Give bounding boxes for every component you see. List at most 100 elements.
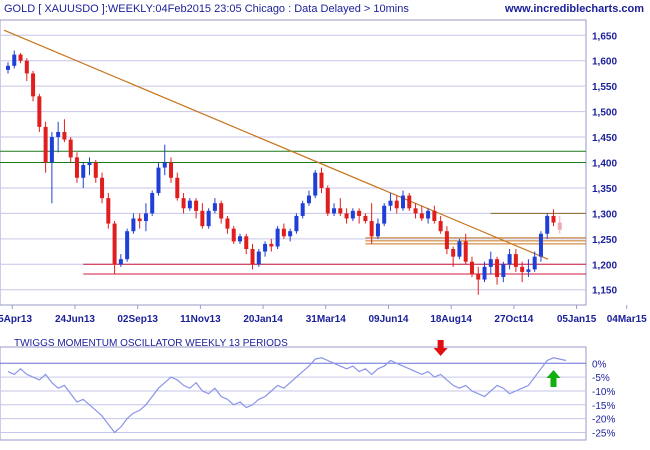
candle-body	[169, 162, 174, 178]
candle-body	[256, 251, 261, 265]
candle-body	[31, 73, 36, 97]
candle-body	[545, 215, 550, 234]
candle-body	[413, 208, 418, 214]
oscillator-panel: TWIGGS MOMENTUM OSCILLATOR WEEKLY 13 PER…	[0, 338, 615, 441]
x-tick-label: 20Jan14	[243, 314, 283, 325]
oscillator-tick-label: -20%	[592, 415, 615, 426]
gold-weekly-chart: GOLD [ XAUUSDO ]:WEEKLY:04Feb2015 23:05 …	[0, 3, 647, 441]
candle-body	[100, 177, 105, 199]
candle-body	[369, 221, 374, 237]
x-tick-label: 31Mar14	[306, 314, 346, 325]
price-tick-label: 1,500	[592, 108, 617, 119]
candle-body	[137, 218, 142, 222]
candle-body	[194, 200, 199, 211]
candle-body	[538, 233, 543, 257]
candle-body	[6, 65, 10, 70]
candle-body	[131, 218, 136, 232]
price-tick-label: 1,600	[592, 57, 617, 68]
candle-body	[532, 256, 537, 270]
candle-body	[162, 162, 167, 168]
candle-body	[244, 236, 249, 250]
candle-body	[93, 162, 98, 178]
x-tick-label: 15Apr13	[0, 314, 32, 325]
x-tick-label: 24Jun13	[55, 314, 95, 325]
price-tick-label: 1,450	[592, 133, 617, 144]
candle-body	[56, 131, 61, 138]
candle-body	[206, 210, 211, 227]
candle-body	[12, 54, 17, 66]
candle-body	[306, 195, 311, 204]
oscillator-tick-label: -5%	[592, 373, 610, 384]
candle-body	[526, 269, 531, 272]
oscillator-tick-label: 0%	[592, 359, 607, 370]
chart-title: GOLD [ XAUUSDO ]:WEEKLY:04Feb2015 23:05 …	[4, 3, 409, 15]
candle-body	[68, 139, 73, 158]
candle-body	[87, 162, 92, 166]
x-tick-label: 04Mar15	[607, 314, 647, 325]
candle-body	[237, 236, 242, 242]
x-tick-label: 27Oct14	[494, 314, 533, 325]
candle-body	[501, 264, 506, 278]
brand-label[interactable]: www.incrediblecharts.com	[504, 3, 644, 15]
price-tick-label: 1,400	[592, 159, 617, 170]
candle-body	[419, 213, 424, 219]
candle-body	[263, 243, 268, 252]
price-tick-label: 1,200	[592, 260, 617, 271]
candle-body	[294, 215, 299, 232]
candle-body	[250, 249, 255, 265]
price-tick-label: 1,350	[592, 184, 617, 195]
candle-body	[37, 96, 42, 127]
oscillator-plot-area	[0, 346, 587, 441]
candle-body	[269, 243, 274, 247]
candle-body	[62, 131, 67, 140]
candle-body	[24, 60, 29, 74]
candle-body	[438, 221, 443, 232]
price-tick-label: 1,150	[592, 286, 617, 297]
candle-body	[551, 215, 556, 223]
candle-body	[225, 218, 230, 229]
candle-body	[118, 259, 123, 265]
oscillator-line	[7, 357, 567, 434]
candle-body	[476, 274, 481, 280]
candle-body	[350, 210, 355, 219]
candle-body	[219, 203, 224, 219]
candle-body	[332, 208, 337, 214]
candle-body	[363, 215, 368, 222]
candle-body	[112, 223, 117, 265]
oscillator-tick-label: -10%	[592, 387, 615, 398]
price-tick-label: 1,300	[592, 209, 617, 220]
candle-body	[344, 213, 349, 219]
candle-body	[513, 254, 518, 267]
candle-body	[388, 200, 393, 206]
price-tick-label: 1,550	[592, 82, 617, 93]
candle-body	[143, 213, 148, 222]
candle-body	[394, 200, 399, 209]
candle-body	[507, 254, 512, 265]
candle-body	[74, 157, 79, 178]
x-tick-label: 05Jan15	[557, 314, 597, 325]
candle-body	[457, 241, 462, 257]
up-arrow-icon	[546, 370, 561, 387]
candle-body	[106, 198, 111, 224]
candle-body	[300, 203, 305, 216]
candle-body	[426, 210, 431, 219]
candle-body	[200, 210, 205, 227]
x-tick-label: 02Sep13	[117, 314, 158, 325]
x-tick-label: 09Jun14	[368, 314, 408, 325]
x-tick-label: 18Aug14	[430, 314, 472, 325]
candle-body	[181, 198, 186, 209]
candle-body	[212, 203, 217, 211]
price-tick-label: 1,650	[592, 31, 617, 42]
x-tick-label: 11Nov13	[180, 314, 221, 325]
candle-body	[407, 195, 412, 209]
candle-body	[288, 231, 293, 237]
candle-body	[495, 259, 500, 278]
oscillator-tick-label: -25%	[592, 428, 615, 439]
candle-body	[338, 208, 343, 214]
candle-body	[49, 137, 54, 163]
candle-body	[156, 167, 161, 194]
candle-body	[469, 261, 474, 275]
candle-body	[43, 126, 48, 163]
price-tick-label: 1,250	[592, 235, 617, 246]
price-panel: 1,150 1,200 1,250 1,300 1,350 1,400 1,450 1,500…	[0, 19, 647, 325]
